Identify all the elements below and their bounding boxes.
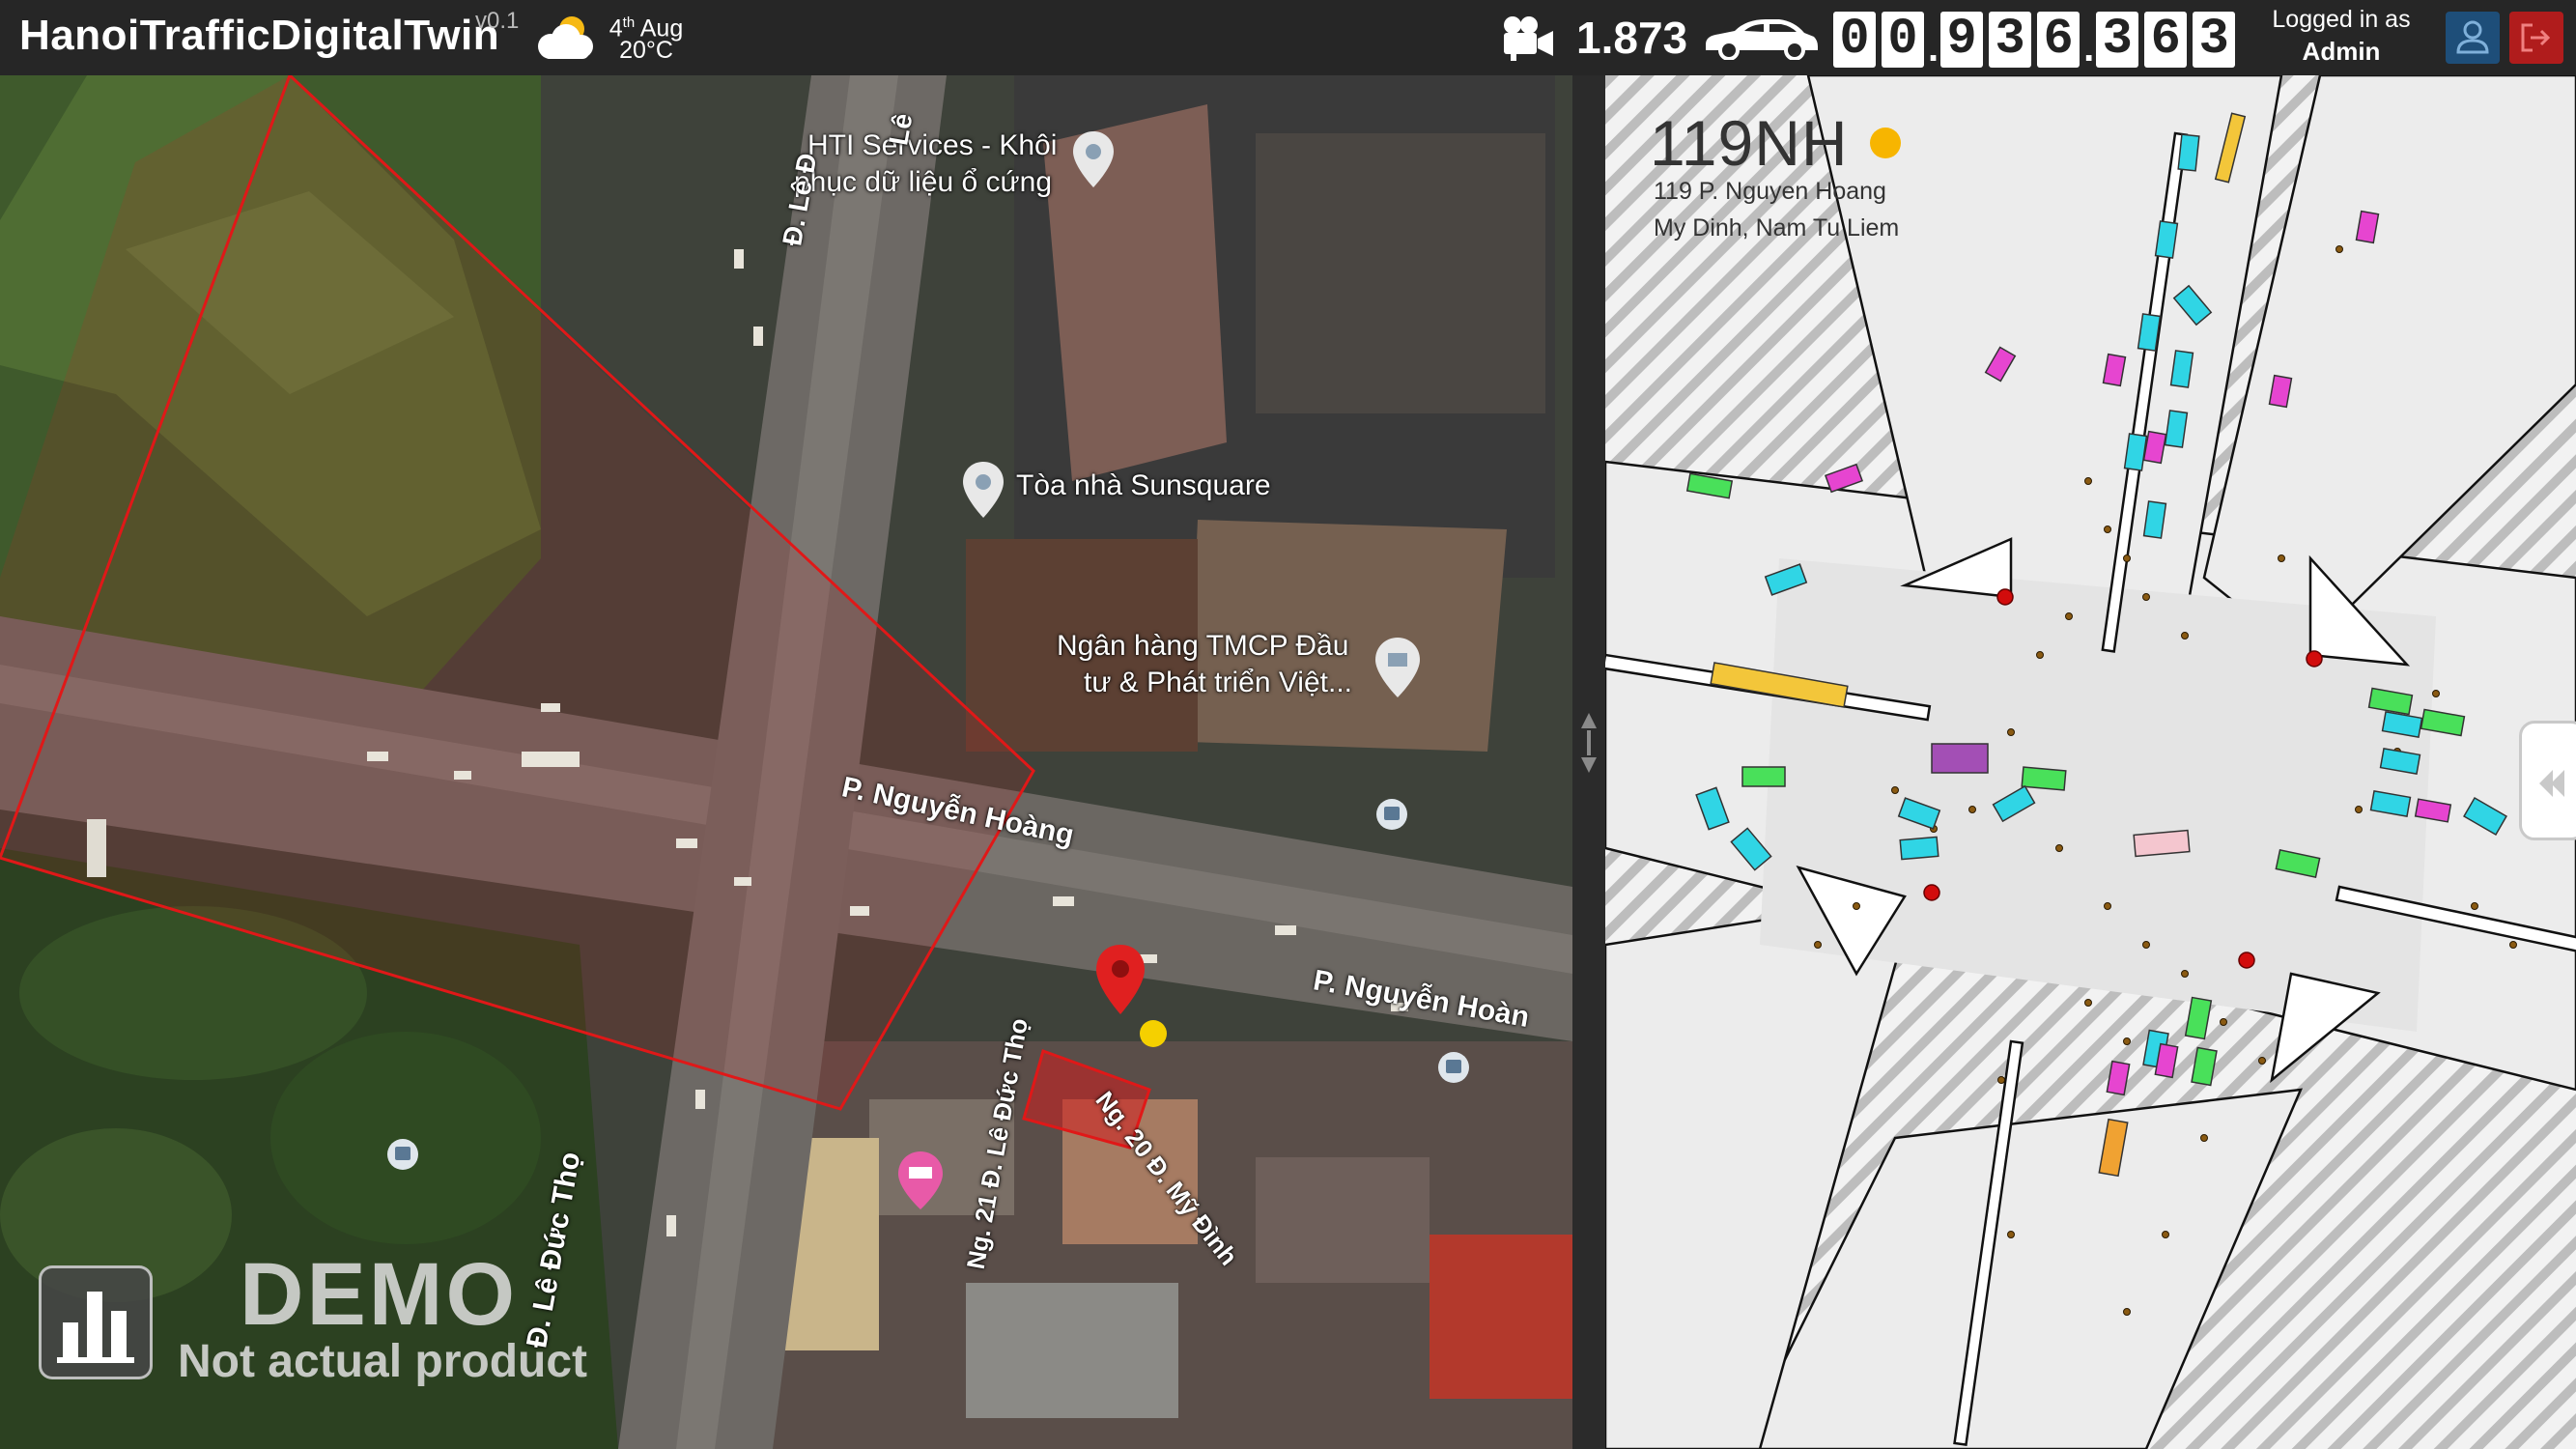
- user-icon: [2456, 20, 2489, 54]
- bank-icon[interactable]: [1372, 636, 1424, 699]
- poi-label-hti-line2[interactable]: phục dữ liệu ổ cứng: [794, 166, 1052, 199]
- location-status-dot: [1140, 1020, 1167, 1047]
- bar-chart-icon: [57, 1292, 134, 1363]
- junction-status-indicator: [1870, 128, 1901, 158]
- logout-icon: [2521, 23, 2551, 52]
- junction-id: 119NH: [1650, 107, 1849, 179]
- hotel-icon[interactable]: [894, 1150, 947, 1211]
- satellite-imagery: [0, 75, 1572, 1449]
- weather-temperature: 20°C: [619, 37, 673, 64]
- poi-label-sunsquare[interactable]: Tòa nhà Sunsquare: [1016, 469, 1271, 502]
- login-user: Admin: [2302, 37, 2381, 66]
- place-pin-icon[interactable]: [960, 460, 1006, 520]
- bus-stop-icon[interactable]: [1437, 1051, 1470, 1084]
- vehicle-counter: 0 0 . 9 3 6 . 3 6 3: [1833, 8, 2241, 68]
- demo-watermark-subtitle: Not actual product: [178, 1336, 588, 1387]
- counter-separator: .: [1928, 27, 1939, 70]
- demo-watermark-title: DEMO: [240, 1245, 518, 1344]
- counter-digit: 0: [1833, 12, 1876, 68]
- car-icon: [1706, 19, 1818, 60]
- app-title: HanoiTrafficDigitalTwin: [19, 12, 500, 59]
- counter-digit: 3: [2193, 12, 2236, 68]
- street-label-le-top: Lê: [883, 111, 919, 148]
- camera-count: 1.873: [1576, 13, 1688, 63]
- counter-digit: 0: [1882, 12, 1924, 68]
- video-camera-icon: [1504, 16, 1553, 61]
- satellite-map[interactable]: HTI Services - Khôi phục dữ liệu ổ cứng …: [0, 75, 1572, 1449]
- poi-label-bank-line2[interactable]: tư & Phát triển Việt...: [1084, 667, 1352, 699]
- double-chevron-left-icon: [2539, 770, 2564, 797]
- logout-button[interactable]: [2509, 12, 2563, 64]
- poi-label-hti[interactable]: HTI Services - Khôi: [807, 129, 1057, 162]
- counter-digit: 9: [1940, 12, 1984, 68]
- top-bar: HanoiTrafficDigitalTwin v0.1 4th Aug 20°…: [0, 0, 2576, 75]
- junction-road-model: [1605, 75, 2576, 1449]
- collapse-panel-button[interactable]: [2519, 721, 2576, 840]
- counter-digit: 6: [2144, 12, 2188, 68]
- counter-separator: .: [2083, 27, 2095, 70]
- counter-digit: 6: [2037, 12, 2081, 68]
- app-version: v0.1: [475, 8, 520, 34]
- counter-digit: 3: [1989, 12, 2032, 68]
- statistics-button[interactable]: [39, 1265, 153, 1379]
- place-pin-icon[interactable]: [1070, 129, 1117, 189]
- app-root: HanoiTrafficDigitalTwin v0.1 4th Aug 20°…: [0, 0, 2576, 1449]
- counter-digit: 3: [2096, 12, 2139, 68]
- partly-cloudy-icon: [538, 16, 593, 59]
- bus-stop-icon[interactable]: [1375, 798, 1408, 831]
- login-label: Logged in as: [2272, 6, 2411, 33]
- bus-stop-icon[interactable]: [386, 1138, 419, 1171]
- junction-address-line1: 119 P. Nguyen Hoang: [1654, 178, 1886, 205]
- map-marker-icon[interactable]: [1093, 943, 1147, 1016]
- profile-button[interactable]: [2446, 12, 2500, 64]
- drag-handle-icon[interactable]: [1578, 709, 1599, 777]
- junction-simulation[interactable]: 119NH 119 P. Nguyen Hoang My Dinh, Nam T…: [1605, 75, 2576, 1449]
- junction-address-line2: My Dinh, Nam Tu Liem: [1654, 214, 1900, 242]
- poi-label-bank[interactable]: Ngân hàng TMCP Đầu: [1057, 630, 1348, 663]
